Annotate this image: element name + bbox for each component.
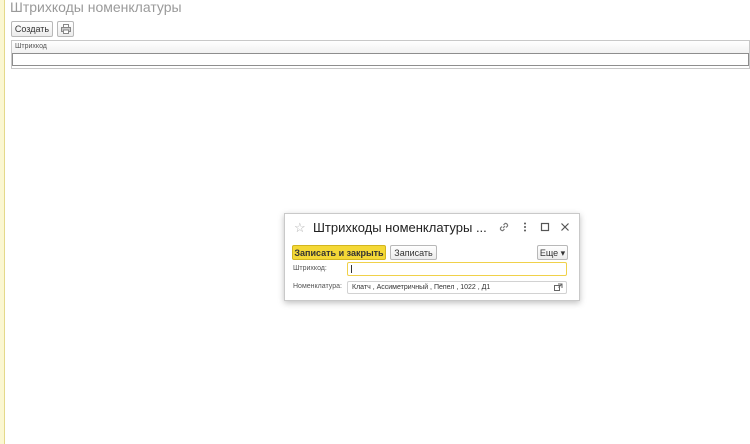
print-button[interactable] (57, 21, 74, 37)
close-icon[interactable] (558, 220, 572, 234)
dialog-toolbar: Записать и закрыть Записать Еще ▾ (292, 245, 572, 261)
save-and-close-button[interactable]: Записать и закрыть (292, 245, 386, 260)
dialog-title: Штрихкоды номенклатуры ... (313, 220, 487, 235)
page-title: Штрихкоды номенклатуры (10, 0, 182, 15)
nomenclature-field[interactable]: Клатч , Ассиметричный , Пепел , 1022 , Д… (347, 281, 567, 294)
maximize-icon[interactable] (538, 220, 552, 234)
open-link-icon[interactable] (551, 281, 565, 294)
barcode-dialog: ☆ Штрихкоды номенклатуры ... Записать и … (284, 213, 580, 301)
star-icon[interactable]: ☆ (294, 221, 306, 235)
more-actions-button[interactable]: Еще ▾ (537, 245, 568, 260)
save-button[interactable]: Записать (390, 245, 437, 260)
more-vertical-icon[interactable] (518, 220, 532, 234)
print-icon (58, 24, 73, 34)
barcode-field[interactable] (347, 262, 567, 276)
nomenclature-label: Номенклатура: (293, 283, 342, 290)
create-button[interactable]: Создать (11, 21, 53, 37)
link-icon[interactable] (497, 220, 511, 234)
left-panel-stripe (0, 0, 5, 444)
barcodes-table: Штрихкод (11, 40, 750, 69)
barcode-label: Штрихкод: (293, 265, 327, 272)
table-row[interactable] (12, 53, 749, 66)
